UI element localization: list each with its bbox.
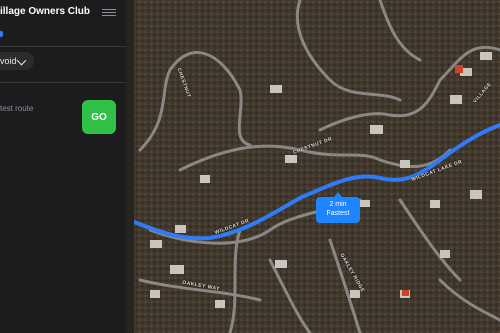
directions-panel: illage Owners Club void test route GO xyxy=(0,0,134,333)
panel-edge xyxy=(126,0,134,333)
route-callout[interactable]: 2 min Fastest xyxy=(316,192,360,223)
divider xyxy=(0,82,126,83)
route-label: Fastest xyxy=(326,210,350,217)
route-subtitle: test route xyxy=(0,104,34,113)
avoid-label: void xyxy=(0,56,17,66)
menu-icon[interactable] xyxy=(102,7,116,18)
destination-title: illage Owners Club xyxy=(0,6,91,17)
location-indicator-icon xyxy=(0,31,3,37)
divider xyxy=(0,46,126,47)
route-time: 2 min xyxy=(329,201,347,208)
go-button[interactable]: GO xyxy=(82,100,116,134)
